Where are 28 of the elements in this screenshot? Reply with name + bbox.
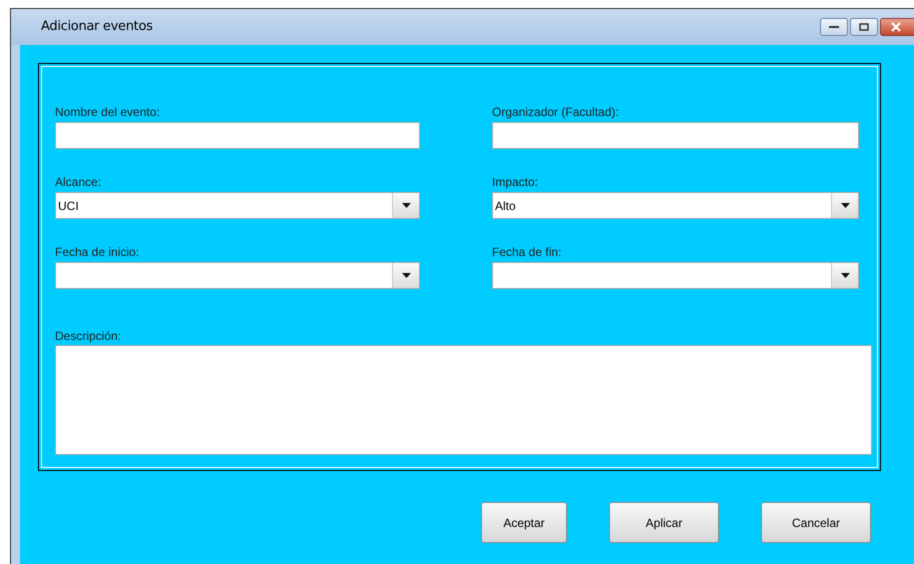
caret-icon — [840, 273, 850, 278]
close-button[interactable] — [880, 18, 914, 36]
description-field[interactable] — [55, 345, 872, 455]
dropdown-field[interactable]: UCI — [55, 192, 420, 219]
maximize-icon — [859, 23, 869, 31]
minimize-icon — [829, 25, 839, 29]
minimize-button[interactable] — [820, 18, 848, 36]
caret-icon — [402, 273, 410, 278]
field-label: Nombre del evento: — [55, 104, 161, 121]
caret-icon — [402, 203, 410, 208]
caret-icon — [840, 203, 850, 208]
dropdown-field[interactable] — [55, 262, 420, 289]
text-field[interactable] — [492, 122, 859, 149]
dropdown-field[interactable]: Alto — [492, 192, 859, 219]
text-field[interactable] — [55, 122, 420, 149]
dialog-button[interactable]: Aplicar — [609, 502, 719, 543]
dropdown-field[interactable] — [492, 262, 859, 289]
dialog-button[interactable]: Aceptar — [481, 502, 567, 543]
field-label: Impacto: — [492, 174, 540, 191]
field-label: Alcance: — [55, 174, 102, 191]
window-title: Adicionar eventos — [41, 18, 153, 36]
field-label: Organizador (Facultad): — [492, 104, 620, 121]
field-label: Fecha de inicio: — [55, 244, 140, 261]
field-label: Descripción: — [55, 328, 122, 345]
field-label: Fecha de fin: — [492, 244, 562, 261]
maximize-button[interactable] — [850, 18, 878, 36]
close-icon — [891, 22, 901, 32]
dialog-button[interactable]: Cancelar — [761, 502, 871, 543]
